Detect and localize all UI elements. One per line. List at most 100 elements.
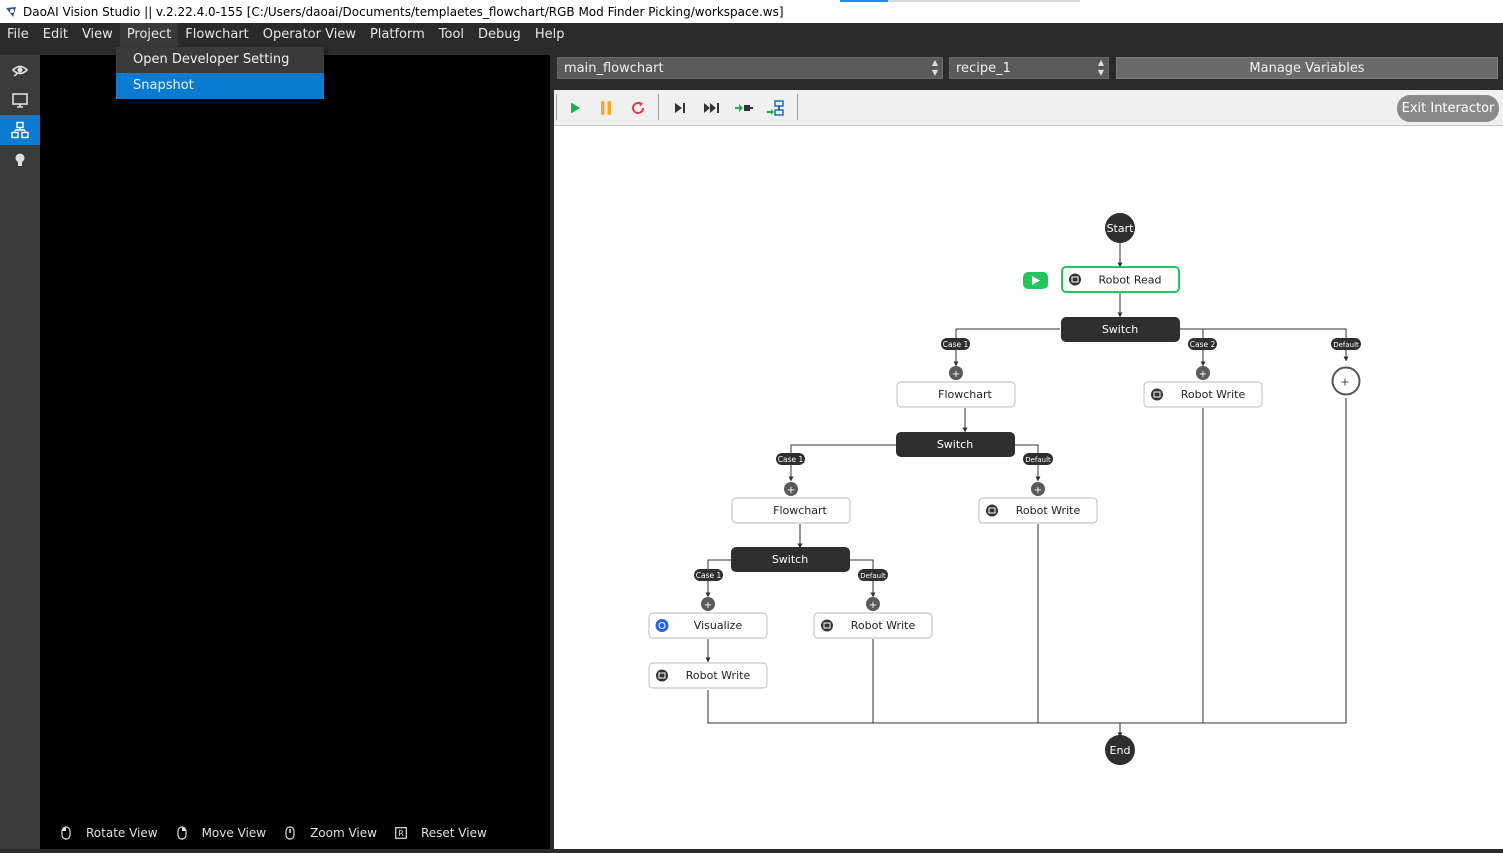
restart-icon[interactable] <box>627 98 649 118</box>
add-symbol: + <box>952 369 960 380</box>
add-step-button[interactable]: + <box>784 482 798 496</box>
robot-read-label: Robot Read <box>1098 274 1161 287</box>
toolbar-divider <box>556 94 557 120</box>
manage-variables-button[interactable]: Manage Variables <box>1116 57 1498 79</box>
end-label: End <box>1110 744 1131 757</box>
default-label: Default <box>1333 341 1359 349</box>
toolbar-divider <box>797 94 798 120</box>
title-accent <box>840 0 888 2</box>
mouse-wheel-icon <box>284 826 296 840</box>
case-badge[interactable]: Case 1 <box>694 569 723 581</box>
hint-rotate-label: Rotate View <box>86 826 158 840</box>
robot-icon <box>1151 388 1163 401</box>
case-badge[interactable]: Case 1 <box>776 453 805 465</box>
exit-interactor-button[interactable]: Exit Interactor <box>1397 95 1499 122</box>
default-badge[interactable]: Default <box>1023 453 1053 465</box>
lightbulb-icon[interactable] <box>0 145 40 175</box>
flowchart-icon[interactable] <box>0 115 40 145</box>
case-badge[interactable]: Case 1 <box>941 338 970 350</box>
hint-reset-label: Reset View <box>420 826 487 840</box>
hint-move: Move View <box>176 826 266 840</box>
menu-bar: File Edit View Project Flowchart Operato… <box>0 23 1503 47</box>
pause-icon[interactable] <box>595 98 617 118</box>
window-title: DaoAI Vision Studio || v.2.22.4.0-155 [C… <box>23 4 784 19</box>
add-symbol: + <box>1340 376 1349 389</box>
case-label: Case 1 <box>943 340 969 349</box>
menu-help[interactable]: Help <box>528 23 572 47</box>
menu-view[interactable]: View <box>75 23 120 47</box>
case-label: Case 1 <box>696 571 722 580</box>
menu-flowchart[interactable]: Flowchart <box>178 23 255 47</box>
menu-platform[interactable]: Platform <box>363 23 432 47</box>
add-step-button[interactable]: + <box>701 597 715 611</box>
flowchart-node-2[interactable]: Flowchart <box>731 497 851 524</box>
menu-item-snapshot[interactable]: Snapshot <box>116 73 324 99</box>
menu-project[interactable]: Project <box>119 23 179 47</box>
case-label: Case 1 <box>778 455 804 464</box>
menu-debug[interactable]: Debug <box>471 23 528 47</box>
r-key-icon: R <box>395 826 407 840</box>
flowchart-2-label: Flowchart <box>773 504 827 517</box>
robot-write-node[interactable]: Robot Write <box>1143 381 1263 408</box>
end-node[interactable]: End <box>1105 735 1135 765</box>
3d-viewport[interactable] <box>40 55 550 849</box>
visualize-node[interactable]: Visualize <box>648 612 768 639</box>
robot-icon <box>821 619 833 632</box>
add-step-button[interactable]: + <box>866 597 880 611</box>
menu-item-open-developer-setting[interactable]: Open Developer Setting <box>116 47 324 73</box>
recipe-select[interactable]: recipe_1 ▲ ▼ <box>949 57 1109 79</box>
flowchart-node-1[interactable]: Flowchart <box>896 381 1016 408</box>
default-badge[interactable]: Default <box>1331 338 1361 350</box>
robot-write-node[interactable]: Robot Write <box>648 662 768 689</box>
add-step-button[interactable]: + <box>1031 482 1045 496</box>
visualize-label: Visualize <box>694 619 743 632</box>
menu-tool[interactable]: Tool <box>432 23 471 47</box>
breakpoint-icon[interactable] <box>733 98 755 118</box>
switch-node-3[interactable]: Switch <box>731 547 850 572</box>
switch-node-1[interactable]: Switch <box>1061 317 1180 342</box>
menu-operator-view[interactable]: Operator View <box>256 23 363 47</box>
add-symbol: + <box>1034 485 1042 496</box>
add-step-button[interactable]: + <box>1196 366 1210 380</box>
eye-rotate-icon[interactable] <box>0 55 40 85</box>
default-badge[interactable]: Default <box>858 569 888 581</box>
robot-write-node[interactable]: Robot Write <box>813 612 933 639</box>
switch-2-label: Switch <box>937 438 973 451</box>
viewport-hints: Rotate View Move View Zoom View R Reset … <box>60 826 505 840</box>
recipe-select-value: recipe_1 <box>956 61 1011 76</box>
flowchart-1-label: Flowchart <box>938 388 992 401</box>
monitor-icon[interactable] <box>0 85 40 115</box>
step-all-icon[interactable] <box>701 98 723 118</box>
add-step-button-large[interactable]: + <box>1331 366 1361 396</box>
start-label: Start <box>1107 222 1135 235</box>
switch-1-label: Switch <box>1102 323 1138 336</box>
start-node[interactable]: Start <box>1105 213 1135 243</box>
hint-reset: R Reset View <box>395 826 487 840</box>
case-label: Case 2 <box>1190 340 1216 349</box>
flowchart-select-value: main_flowchart <box>564 61 664 76</box>
add-symbol: + <box>1199 369 1207 380</box>
left-sidebar <box>0 55 40 849</box>
robot-write-label: Robot Write <box>686 669 751 682</box>
play-icon[interactable] <box>564 98 586 118</box>
default-label: Default <box>1025 456 1051 464</box>
switch-node-2[interactable]: Switch <box>896 432 1015 457</box>
step-icon[interactable] <box>669 98 691 118</box>
robot-write-node[interactable]: Robot Write <box>978 497 1098 524</box>
flowchart-select[interactable]: main_flowchart ▲ ▼ <box>557 57 943 79</box>
flowchart-canvas[interactable]: Start Robot Read Switch Case 1 Case 2 De… <box>554 126 1503 849</box>
connect-icon[interactable] <box>765 98 787 118</box>
menu-edit[interactable]: Edit <box>36 23 75 47</box>
svg-text:R: R <box>398 829 404 838</box>
flow-edges <box>705 243 1349 738</box>
menu-file[interactable]: File <box>0 23 36 47</box>
flowchart-toolbar: Exit Interactor <box>554 90 1503 126</box>
mouse-left-icon <box>60 826 72 840</box>
add-step-button[interactable]: + <box>949 366 963 380</box>
hint-move-label: Move View <box>201 826 267 840</box>
add-symbol: + <box>869 600 877 611</box>
robot-read-node[interactable]: Robot Read <box>1023 266 1180 293</box>
robot-write-label: Robot Write <box>1181 388 1246 401</box>
app-logo-icon <box>4 5 18 19</box>
case-badge[interactable]: Case 2 <box>1188 338 1217 350</box>
